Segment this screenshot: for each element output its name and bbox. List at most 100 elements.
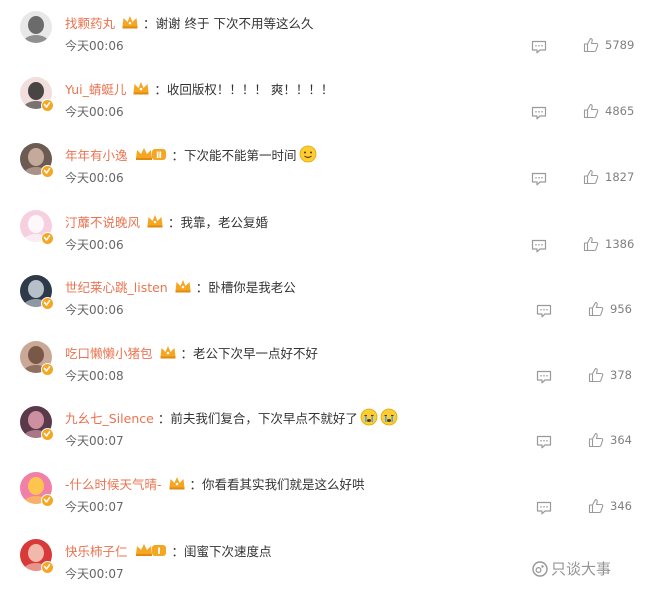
username-link[interactable]: 吃口懒懒小猪包 xyxy=(65,343,153,362)
like-count: 956 xyxy=(610,302,632,316)
like-button[interactable]: 378 xyxy=(588,366,632,384)
thumbs-up-icon xyxy=(583,236,599,252)
timestamp: 今天00:06 xyxy=(65,238,124,252)
username-link[interactable]: 年年有小逸 xyxy=(65,145,128,164)
like-count: 5789 xyxy=(605,38,635,52)
comment-text: 你看看其实我们就是这么好哄 xyxy=(202,476,365,492)
timestamp: 今天00:06 xyxy=(65,171,124,185)
crown-badge-icon xyxy=(168,475,186,491)
username-link[interactable]: -什么时候天气晴- xyxy=(65,474,162,493)
separator-colon: ： xyxy=(180,345,194,361)
crown-badge-icon xyxy=(146,213,164,229)
comment-text: 下次能不能第一时间 xyxy=(184,147,297,163)
timestamp: 今天00:07 xyxy=(65,500,124,514)
like-button[interactable]: 346 xyxy=(588,497,632,515)
comment-icon[interactable] xyxy=(531,39,547,54)
like-count: 1827 xyxy=(605,170,635,184)
like-count: 346 xyxy=(610,499,632,513)
like-button[interactable]: 1386 xyxy=(583,235,634,253)
timestamp: 今天00:08 xyxy=(65,369,124,383)
separator-colon: ： xyxy=(143,15,156,31)
smile-emoji-icon xyxy=(299,145,317,163)
comment-icon[interactable] xyxy=(531,238,547,253)
comment-item: 汀蘼不说晚风 ：我靠，老公复婚今天00:06 1386 xyxy=(0,201,650,267)
separator-colon: ： xyxy=(154,81,167,97)
comment-line: Yui_蜻蜓儿 ：收回版权！！！！ 爽！！！！ xyxy=(65,78,333,98)
timestamp: 今天00:06 xyxy=(65,39,124,53)
comment-item: 找颗药丸 ：谢谢 终于 下次不用等这么久 今天00:06 5789 xyxy=(0,2,650,68)
separator-colon: ： xyxy=(189,476,203,492)
crown-badge-icon xyxy=(174,278,192,294)
comment-line: -什么时候天气晴- ：你看看其实我们就是这么好哄 xyxy=(65,473,365,493)
comment-line: 世纪莱心跳_listen ：卧槽你是我老公 xyxy=(65,276,296,296)
comment-text: 前夫我们复合，下次早点不就好了 xyxy=(170,410,358,426)
separator-colon: ： xyxy=(171,543,185,559)
comment-item: 年年有小逸 Ⅱ ：下次能不能第一时间今天00:06 1827 xyxy=(0,134,650,200)
thumbs-up-icon xyxy=(583,37,599,53)
weibo-logo-icon xyxy=(532,560,551,577)
like-button[interactable]: 364 xyxy=(588,431,632,449)
verified-v-icon xyxy=(41,165,54,178)
thumbs-up-icon xyxy=(588,432,604,448)
verified-v-icon xyxy=(41,428,54,441)
crying-emoji-icon xyxy=(360,408,378,426)
username-link[interactable]: 世纪莱心跳_listen xyxy=(65,277,168,296)
crown-badge-icon: Ⅱ xyxy=(134,146,168,162)
like-button[interactable]: 4865 xyxy=(583,102,634,120)
separator-colon: ： xyxy=(168,214,181,230)
username-link[interactable]: 找颗药丸 xyxy=(65,13,115,32)
verified-v-icon xyxy=(41,297,54,310)
comment-list: 找颗药丸：谢谢 终于 下次不用等这么久 今天00:06 5789 Yui_蜻蜓儿：收回… xyxy=(0,0,650,590)
watermark-text: 只谈大事 xyxy=(551,560,612,578)
comment-line: 吃口懒懒小猪包 ：老公下次早一点好不好 xyxy=(65,342,318,362)
verified-v-icon xyxy=(41,494,54,507)
comment-line: 快乐柿子仁 Ⅰ ：闺蜜下次速度点 xyxy=(65,540,272,560)
comment-icon[interactable] xyxy=(536,303,552,318)
like-count: 4865 xyxy=(605,104,635,118)
like-count: 364 xyxy=(610,433,632,447)
thumbs-up-icon xyxy=(588,498,604,514)
comment-line: 年年有小逸 Ⅱ ：下次能不能第一时间 xyxy=(65,144,317,164)
comment-item: Yui_蜻蜓儿 ：收回版权！！！！ 爽！！！！ 今天00:06 4865 xyxy=(0,68,650,134)
svg-text:Ⅰ: Ⅰ xyxy=(157,547,160,557)
comment-line: 找颗药丸 ：谢谢 终于 下次不用等这么久 xyxy=(65,12,313,32)
comment-text: 我靠，老公复婚 xyxy=(180,214,269,230)
timestamp: 今天00:07 xyxy=(65,567,124,581)
username-link[interactable]: Yui_蜻蜓儿 xyxy=(65,79,126,98)
username-link[interactable]: 汀蘼不说晚风 xyxy=(65,212,140,231)
like-button[interactable]: 5789 xyxy=(583,36,634,54)
like-button[interactable]: 1827 xyxy=(583,168,634,186)
username-link[interactable]: 九幺七_Silence xyxy=(65,408,154,427)
comment-item: 吃口懒懒小猪包 ：老公下次早一点好不好今天00:08 378 xyxy=(0,332,650,398)
comment-item: 世纪莱心跳_listen ：卧槽你是我老公今天00:06 956 xyxy=(0,266,650,332)
comment-text: 闺蜜下次速度点 xyxy=(184,543,272,559)
comment-item: 九幺七_Silence：前夫我们复合，下次早点不就好了 今天00:07 364 xyxy=(0,397,650,463)
thumbs-up-icon xyxy=(588,301,604,317)
comment-item: -什么时候天气晴- ：你看看其实我们就是这么好哄今天00:07 346 xyxy=(0,463,650,529)
comment-icon[interactable] xyxy=(531,171,547,186)
timestamp: 今天00:06 xyxy=(65,303,124,317)
separator-colon: ： xyxy=(171,147,185,163)
crying-emoji-icon xyxy=(380,408,398,426)
avatar[interactable] xyxy=(20,11,52,43)
crown-badge-icon xyxy=(132,80,150,96)
comment-icon[interactable] xyxy=(536,434,552,449)
comment-text: 收回版权！！！！ 爽！！！！ xyxy=(166,81,334,97)
comment-icon[interactable] xyxy=(531,105,547,120)
comment-line: 汀蘼不说晚风 ：我靠，老公复婚 xyxy=(65,211,268,231)
verified-v-icon xyxy=(41,99,54,112)
verified-v-icon xyxy=(41,561,54,574)
thumbs-up-icon xyxy=(583,169,599,185)
like-count: 378 xyxy=(610,368,632,382)
watermark: 只谈大事 xyxy=(532,558,611,579)
like-button[interactable]: 956 xyxy=(588,300,632,318)
comment-icon[interactable] xyxy=(536,369,552,384)
verified-v-icon xyxy=(41,232,54,245)
comment-text: 老公下次早一点好不好 xyxy=(193,345,319,361)
timestamp: 今天00:06 xyxy=(65,105,124,119)
comment-icon[interactable] xyxy=(536,500,552,515)
username-link[interactable]: 快乐柿子仁 xyxy=(65,541,128,560)
thumbs-up-icon xyxy=(583,103,599,119)
crown-badge-icon xyxy=(121,14,139,30)
like-count: 1386 xyxy=(605,237,635,251)
